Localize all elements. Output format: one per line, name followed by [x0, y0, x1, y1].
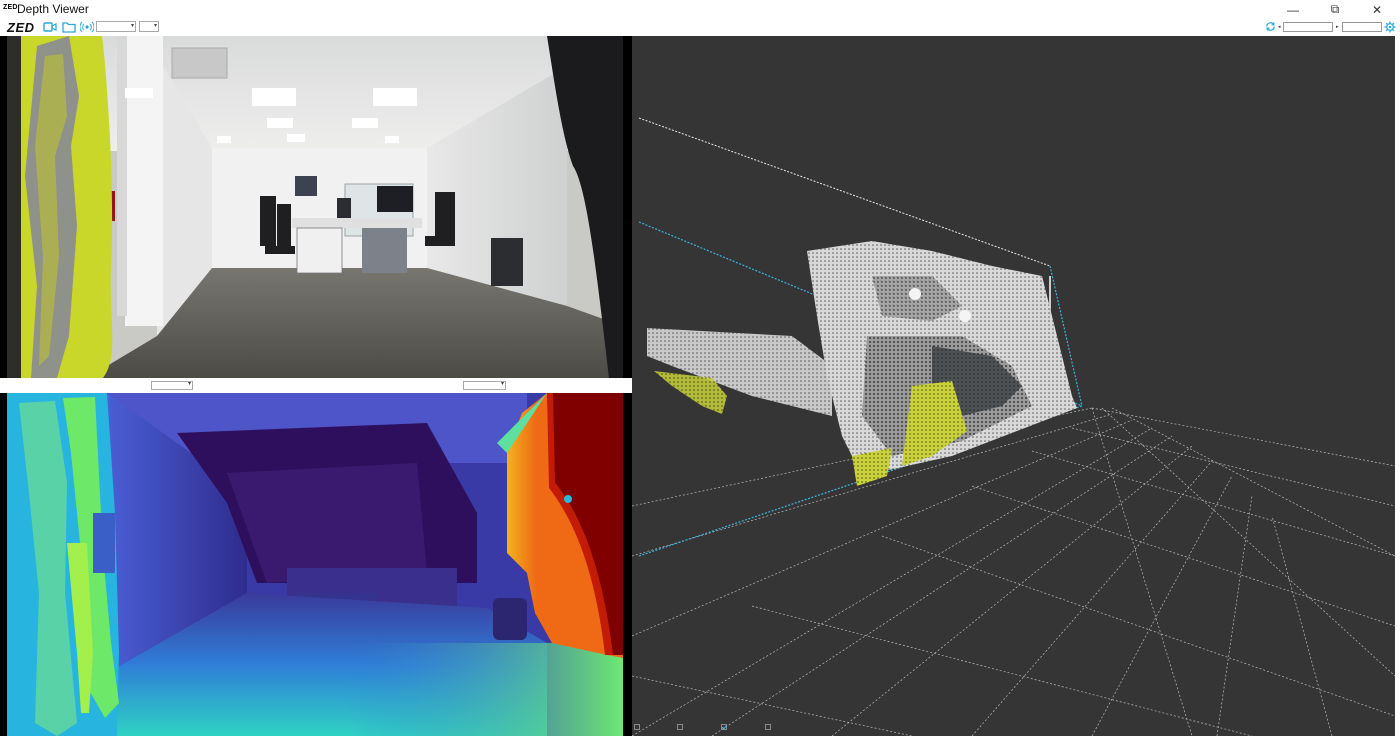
point-cloud — [647, 241, 1077, 486]
minimize-icon: — — [1287, 2, 1299, 17]
range-max-marker: ▸ — [1336, 24, 1339, 30]
office-camera-image — [7, 36, 623, 378]
zed-logo: ZED — [7, 20, 35, 35]
depth-map-image — [7, 393, 623, 736]
camera-icon[interactable] — [43, 20, 57, 34]
refresh-icon[interactable] — [1265, 21, 1276, 32]
range-min-input[interactable] — [1283, 22, 1333, 32]
stream-icon[interactable] — [80, 20, 94, 34]
title-bar: ZED Depth Viewer — ⧉ ✕ — [0, 0, 1400, 19]
status-bar — [0, 736, 1400, 747]
restore-button[interactable]: ⧉ — [1314, 0, 1356, 19]
cloud-option-checkbox[interactable] — [765, 724, 775, 730]
window-title: Depth Viewer — [17, 2, 89, 16]
point-cloud-canvas — [632, 117, 1395, 736]
minimize-button[interactable]: — — [1272, 0, 1314, 19]
left-view-panel: ▾ ▾ — [0, 36, 632, 736]
checkbox-box[interactable] — [765, 724, 771, 730]
cloud-option-checkbox[interactable] — [634, 724, 644, 730]
fps-select[interactable]: ▾ — [139, 21, 159, 32]
resolution-select[interactable]: ▾ — [96, 21, 136, 32]
checkbox-box[interactable] — [721, 724, 727, 730]
range-max-input[interactable] — [1342, 22, 1382, 32]
close-icon: ✕ — [1371, 2, 1383, 17]
depth-map-view[interactable] — [7, 393, 623, 736]
left-view-select[interactable]: ▾ — [151, 381, 193, 390]
folder-icon[interactable] — [62, 20, 76, 34]
close-button[interactable]: ✕ — [1356, 0, 1398, 19]
view-controls-bar: ▾ ▾ — [0, 378, 632, 393]
settings-icon[interactable] — [1384, 21, 1396, 33]
rgb-camera-view[interactable] — [7, 36, 623, 378]
chevron-down-icon: ▾ — [153, 23, 157, 29]
restore-icon: ⧉ — [1330, 2, 1340, 16]
toolbar: ZED ▾ ▾ ◂ ▸ — [0, 19, 1400, 36]
cloud-option-checkbox[interactable] — [677, 724, 687, 730]
checkbox-box[interactable] — [677, 724, 683, 730]
point-cloud-view[interactable] — [632, 36, 1395, 736]
chevron-down-icon: ▾ — [187, 381, 191, 387]
range-min-marker: ◂ — [1278, 24, 1281, 30]
chevron-down-icon: ▾ — [130, 23, 134, 29]
chevron-down-icon: ▾ — [500, 381, 504, 387]
checkbox-box[interactable] — [634, 724, 640, 730]
ground-grid — [632, 407, 1395, 736]
right-view-select[interactable]: ▾ — [463, 381, 506, 390]
point-cloud-options — [632, 722, 1395, 734]
app-logo-small: ZED — [3, 4, 18, 11]
cloud-option-checkbox[interactable] — [721, 724, 731, 730]
